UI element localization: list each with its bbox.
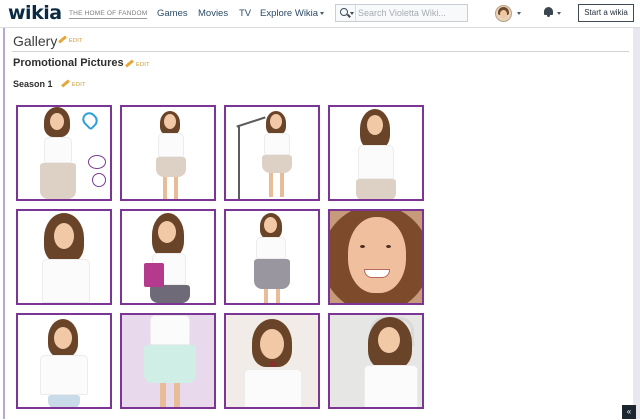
nav-tv[interactable]: TV xyxy=(239,8,251,19)
gallery-thumbnail[interactable] xyxy=(328,209,424,305)
gallery-thumbnail[interactable] xyxy=(16,209,112,305)
search-box[interactable] xyxy=(335,4,468,22)
wikia-logo[interactable]: wikia xyxy=(8,2,62,24)
section-heading-season-1: Season 1 xyxy=(13,79,53,89)
nav-explore-wikia[interactable]: Explore Wikia xyxy=(260,8,325,19)
chevron-down-icon xyxy=(350,12,354,15)
wikia-tagline[interactable]: THE HOME OF FANDOM xyxy=(69,10,148,19)
start-a-wikia-button[interactable]: Start a wikia xyxy=(578,4,634,22)
gallery-thumbnail[interactable] xyxy=(328,105,424,201)
page-border-right xyxy=(633,28,640,419)
global-navigation: wikia THE HOME OF FANDOM Games Movies TV… xyxy=(0,0,640,28)
chevron-down-icon xyxy=(320,11,325,15)
heart-icon xyxy=(79,109,101,131)
chevron-down-icon[interactable] xyxy=(557,12,561,15)
edit-season-link[interactable]: EDIT xyxy=(61,79,86,88)
search-scope-button[interactable] xyxy=(336,5,356,21)
section-heading-promotional: Promotional Pictures xyxy=(13,57,124,69)
edit-promotional-link[interactable]: EDIT xyxy=(125,59,150,68)
page-title: Gallery xyxy=(13,33,58,49)
gallery-thumbnail[interactable] xyxy=(120,105,216,201)
gallery-thumbnail[interactable] xyxy=(120,313,216,409)
gallery-thumbnail[interactable] xyxy=(224,209,320,305)
edit-label: EDIT xyxy=(136,62,150,68)
bell-icon[interactable] xyxy=(544,7,553,17)
gallery-thumbnail[interactable] xyxy=(120,209,216,305)
search-icon xyxy=(340,8,348,16)
user-avatar[interactable] xyxy=(495,5,512,22)
edit-label: EDIT xyxy=(69,38,83,44)
gallery-thumbnail[interactable] xyxy=(224,313,320,409)
scroll-to-top-button[interactable]: « xyxy=(622,405,636,419)
book-prop xyxy=(144,263,164,287)
gallery-thumbnail[interactable] xyxy=(224,105,320,201)
chevron-down-icon[interactable] xyxy=(517,12,521,15)
edit-label: EDIT xyxy=(72,82,86,88)
gallery-thumbnail[interactable] xyxy=(328,313,424,409)
heading-divider xyxy=(12,51,629,52)
nav-games[interactable]: Games xyxy=(157,8,188,19)
search-input[interactable] xyxy=(358,7,463,19)
nav-movies[interactable]: Movies xyxy=(198,8,228,19)
gallery-thumbnail[interactable] xyxy=(16,313,112,409)
nav-explore-wikia-label: Explore Wikia xyxy=(260,8,319,19)
edit-gallery-link[interactable]: EDIT xyxy=(58,35,83,44)
gallery-thumbnail[interactable] xyxy=(16,105,112,201)
